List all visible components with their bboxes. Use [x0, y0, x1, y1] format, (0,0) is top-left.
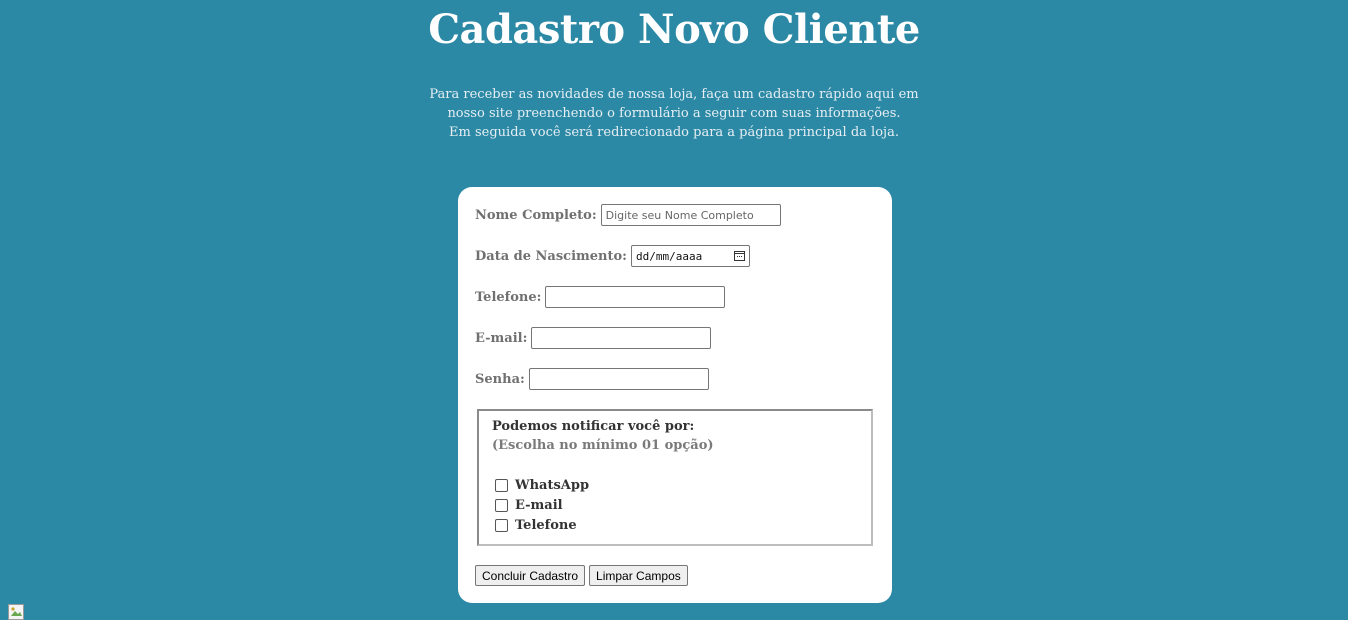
form-buttons: Concluir Cadastro Limpar Campos [475, 565, 688, 586]
password-label: Senha: [475, 371, 525, 387]
phone-row: Telefone: [475, 286, 726, 308]
notify-option-whatsapp[interactable]: WhatsApp [495, 475, 589, 495]
birthdate-input[interactable]: dd/mm/aaaa [630, 245, 750, 267]
email-option-label[interactable]: E-mail [515, 498, 563, 513]
notify-subtitle: (Escolha no mínimo 01 opção) [492, 438, 714, 453]
broken-image-icon [8, 604, 24, 620]
notification-fieldset: Podemos notificar você por: (Escolha no … [477, 409, 873, 546]
name-input[interactable] [600, 204, 781, 226]
name-row: Nome Completo: [475, 204, 781, 226]
notify-option-telefone[interactable]: Telefone [495, 515, 577, 535]
registration-form-card: Nome Completo: Data de Nascimento: dd/mm… [458, 187, 892, 603]
telefone-option-label[interactable]: Telefone [515, 518, 577, 533]
email-row: E-mail: [475, 327, 712, 349]
notify-title: Podemos notificar você por: [492, 419, 695, 434]
email-input[interactable] [531, 327, 712, 349]
telefone-checkbox[interactable] [495, 518, 508, 532]
whatsapp-label[interactable]: WhatsApp [515, 478, 589, 493]
page-title: Cadastro Novo Cliente [428, 6, 920, 53]
password-row: Senha: [475, 368, 709, 390]
submit-button[interactable]: Concluir Cadastro [475, 565, 586, 586]
whatsapp-checkbox[interactable] [495, 478, 508, 492]
intro-line: nosso site preenchendo o formulário a se… [447, 106, 901, 121]
calendar-icon[interactable] [733, 251, 745, 261]
intro-text: Para receber as novidades de nossa loja,… [0, 85, 1348, 142]
intro-line: Em seguida você será redirecionado para … [449, 125, 899, 140]
reset-button[interactable]: Limpar Campos [589, 565, 688, 586]
email-label: E-mail: [475, 330, 528, 346]
intro-line: Para receber as novidades de nossa loja,… [429, 87, 919, 102]
name-label: Nome Completo: [475, 207, 597, 223]
password-input[interactable] [528, 368, 709, 390]
email-checkbox[interactable] [495, 498, 508, 512]
birthdate-label: Data de Nascimento: [475, 248, 627, 264]
birthdate-row: Data de Nascimento: dd/mm/aaaa [475, 245, 750, 267]
birthdate-placeholder: dd/mm/aaaa [635, 249, 703, 263]
phone-label: Telefone: [475, 289, 542, 305]
notify-option-email[interactable]: E-mail [495, 495, 563, 515]
phone-input[interactable] [545, 286, 726, 308]
